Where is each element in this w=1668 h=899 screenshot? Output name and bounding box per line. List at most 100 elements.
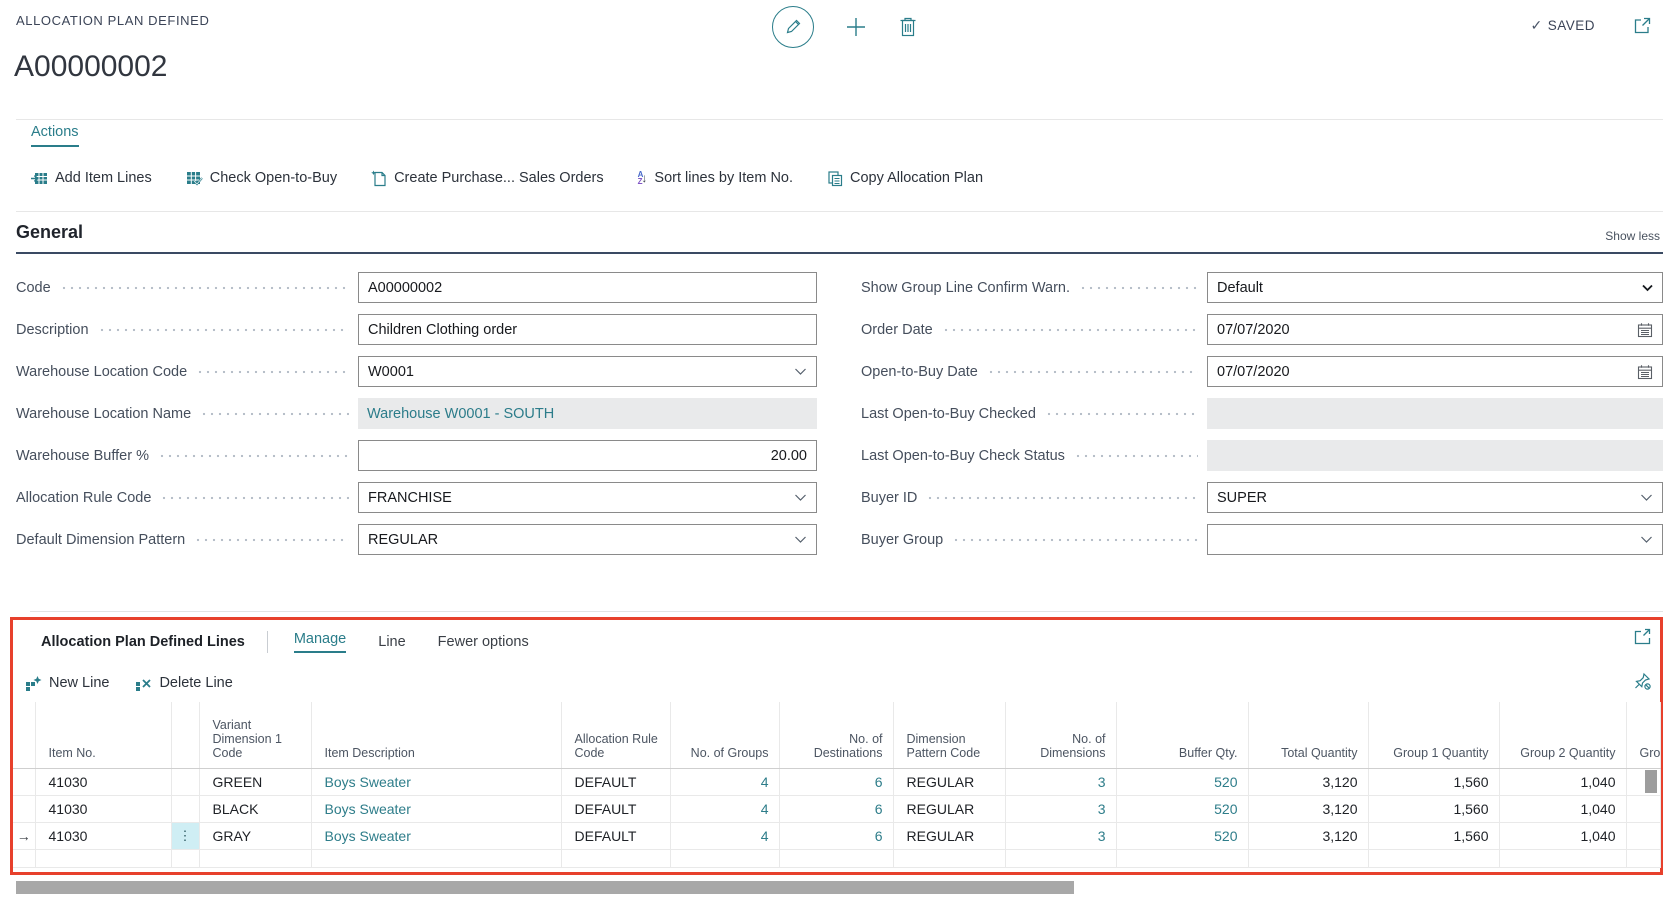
cell-item-description[interactable]: Boys Sweater	[311, 768, 561, 795]
cell-group3-qty-cut[interactable]	[1626, 822, 1660, 849]
chevron-down-icon[interactable]	[1640, 493, 1653, 502]
col-header-buffer-qty[interactable]: Buffer Qty.	[1116, 702, 1248, 768]
default-dimension-pattern-input[interactable]	[368, 532, 788, 548]
calendar-icon[interactable]	[1637, 322, 1653, 338]
allocation-plan-page: ALLOCATION PLAN DEFINED A00000002	[0, 0, 1668, 899]
col-header-no-of-destinations[interactable]: No. of Destinations	[779, 702, 893, 768]
chevron-down-icon[interactable]	[794, 535, 807, 544]
cell-pattern-code[interactable]: REGULAR	[893, 768, 1005, 795]
cell-buffer-qty[interactable]: 520	[1116, 768, 1248, 795]
table-vertical-scrollbar-thumb[interactable]	[1645, 770, 1657, 793]
cell-group3-qty-cut[interactable]	[1626, 795, 1660, 822]
tab-fewer-options[interactable]: Fewer options	[438, 634, 529, 650]
col-header-group-3-quantity-cut[interactable]: Gro	[1626, 702, 1660, 768]
cell-item-no[interactable]: 41030	[35, 822, 171, 849]
cell-no-of-dimensions[interactable]: 3	[1005, 795, 1116, 822]
divider	[16, 119, 1663, 120]
cell-pattern-code[interactable]: REGULAR	[893, 795, 1005, 822]
cell-group2-qty[interactable]: 1,040	[1499, 795, 1626, 822]
allocation-rule-code-input[interactable]	[368, 490, 788, 506]
chevron-down-icon[interactable]	[794, 493, 807, 502]
cell-options[interactable]	[171, 795, 199, 822]
tab-manage[interactable]: Manage	[294, 631, 346, 653]
copy-allocation-plan-button[interactable]: Copy Allocation Plan	[827, 170, 983, 187]
warehouse-location-code-input[interactable]	[368, 364, 788, 380]
new-line-button[interactable]: New Line	[25, 675, 109, 692]
code-input[interactable]	[368, 280, 807, 296]
cell-item-no[interactable]: 41030	[35, 795, 171, 822]
col-header-group-2-quantity[interactable]: Group 2 Quantity	[1499, 702, 1626, 768]
cell-no-of-destinations[interactable]: 6	[779, 795, 893, 822]
record-actions	[772, 6, 918, 48]
cell-buffer-qty[interactable]: 520	[1116, 795, 1248, 822]
cell-no-of-destinations[interactable]: 6	[779, 768, 893, 795]
cell-no-of-dimensions[interactable]: 3	[1005, 822, 1116, 849]
cell-no-of-dimensions[interactable]: 3	[1005, 768, 1116, 795]
tab-actions[interactable]: Actions	[31, 124, 79, 147]
warehouse-buffer-input[interactable]	[368, 448, 807, 464]
cell-total-qty[interactable]: 3,120	[1248, 795, 1368, 822]
chevron-down-icon[interactable]	[1640, 535, 1653, 544]
col-header-total-quantity[interactable]: Total Quantity	[1248, 702, 1368, 768]
cell-no-of-groups[interactable]: 4	[670, 768, 779, 795]
cell-group1-qty[interactable]: 1,560	[1368, 795, 1499, 822]
field-label: Open-to-Buy Date	[861, 364, 978, 380]
cell-no-of-groups[interactable]: 4	[670, 795, 779, 822]
horizontal-scrollbar-thumb[interactable]	[16, 881, 1074, 894]
lines-section-header: Allocation Plan Defined Lines Manage Lin…	[13, 620, 1660, 664]
col-header-no-of-dimensions[interactable]: No. of Dimensions	[1005, 702, 1116, 768]
delete-line-button[interactable]: Delete Line	[135, 675, 232, 692]
cell-rule-code[interactable]: DEFAULT	[561, 795, 670, 822]
cell-variant-code[interactable]: BLACK	[199, 795, 311, 822]
new-record-button[interactable]	[844, 15, 868, 39]
add-item-lines-button[interactable]: Add Item Lines	[31, 170, 152, 187]
cell-group1-qty[interactable]: 1,560	[1368, 768, 1499, 795]
col-header-no-of-groups[interactable]: No. of Groups	[670, 702, 779, 768]
cell-no-of-groups[interactable]: 4	[670, 822, 779, 849]
col-header-allocation-rule-code[interactable]: Allocation Rule Code	[561, 702, 670, 768]
col-header-variant-dimension-1-code[interactable]: Variant Dimension 1 Code	[199, 702, 311, 768]
cell-buffer-qty[interactable]: 520	[1116, 822, 1248, 849]
maximize-lines-button[interactable]	[1633, 627, 1652, 646]
col-header-item-description[interactable]: Item Description	[311, 702, 561, 768]
general-right-column: Show Group Line Confirm Warn. Default Or…	[861, 272, 1663, 566]
order-date-input[interactable]	[1217, 322, 1631, 338]
buyer-id-input[interactable]	[1217, 490, 1634, 506]
buyer-group-input[interactable]	[1217, 532, 1634, 548]
cell-rule-code[interactable]: DEFAULT	[561, 768, 670, 795]
col-header-dimension-pattern-code[interactable]: Dimension Pattern Code	[893, 702, 1005, 768]
cell-group2-qty[interactable]: 1,040	[1499, 822, 1626, 849]
tab-line[interactable]: Line	[378, 634, 405, 650]
check-open-to-buy-button[interactable]: Check Open-to-Buy	[186, 170, 337, 187]
cell-item-no[interactable]: 41030	[35, 768, 171, 795]
cell-rule-code[interactable]: DEFAULT	[561, 822, 670, 849]
cell-options-more-button[interactable]: ⋮	[171, 822, 199, 849]
cell-item-description[interactable]: Boys Sweater	[311, 795, 561, 822]
cell-item-description[interactable]: Boys Sweater	[311, 822, 561, 849]
cell-variant-code[interactable]: GREEN	[199, 768, 311, 795]
col-header-item-no[interactable]: Item No.	[35, 702, 171, 768]
cell-group2-qty[interactable]: 1,040	[1499, 768, 1626, 795]
cell-pattern-code[interactable]: REGULAR	[893, 822, 1005, 849]
create-purchase-sales-orders-button[interactable]: Create Purchase... Sales Orders	[371, 169, 604, 187]
chevron-down-icon[interactable]	[794, 367, 807, 376]
cell-total-qty[interactable]: 3,120	[1248, 768, 1368, 795]
cell-total-qty[interactable]: 3,120	[1248, 822, 1368, 849]
page-caption: ALLOCATION PLAN DEFINED	[16, 13, 209, 28]
cell-variant-code[interactable]: GRAY	[199, 822, 311, 849]
warehouse-location-name-value[interactable]: Warehouse W0001 - SOUTH	[358, 398, 817, 429]
delete-record-button[interactable]	[898, 16, 918, 38]
show-group-line-confirm-select[interactable]: Default	[1207, 272, 1663, 303]
description-input[interactable]	[368, 322, 807, 338]
show-less-link[interactable]: Show less	[1605, 229, 1660, 243]
pencil-icon	[783, 17, 803, 37]
open-to-buy-date-input[interactable]	[1217, 364, 1631, 380]
open-in-new-window-button[interactable]	[1633, 16, 1652, 35]
sort-lines-button[interactable]: AZ ↓ Sort lines by Item No.	[638, 170, 793, 186]
calendar-icon[interactable]	[1637, 364, 1653, 380]
cell-options[interactable]	[171, 768, 199, 795]
cell-no-of-destinations[interactable]: 6	[779, 822, 893, 849]
cell-group1-qty[interactable]: 1,560	[1368, 822, 1499, 849]
col-header-group-1-quantity[interactable]: Group 1 Quantity	[1368, 702, 1499, 768]
edit-button[interactable]	[772, 6, 814, 48]
